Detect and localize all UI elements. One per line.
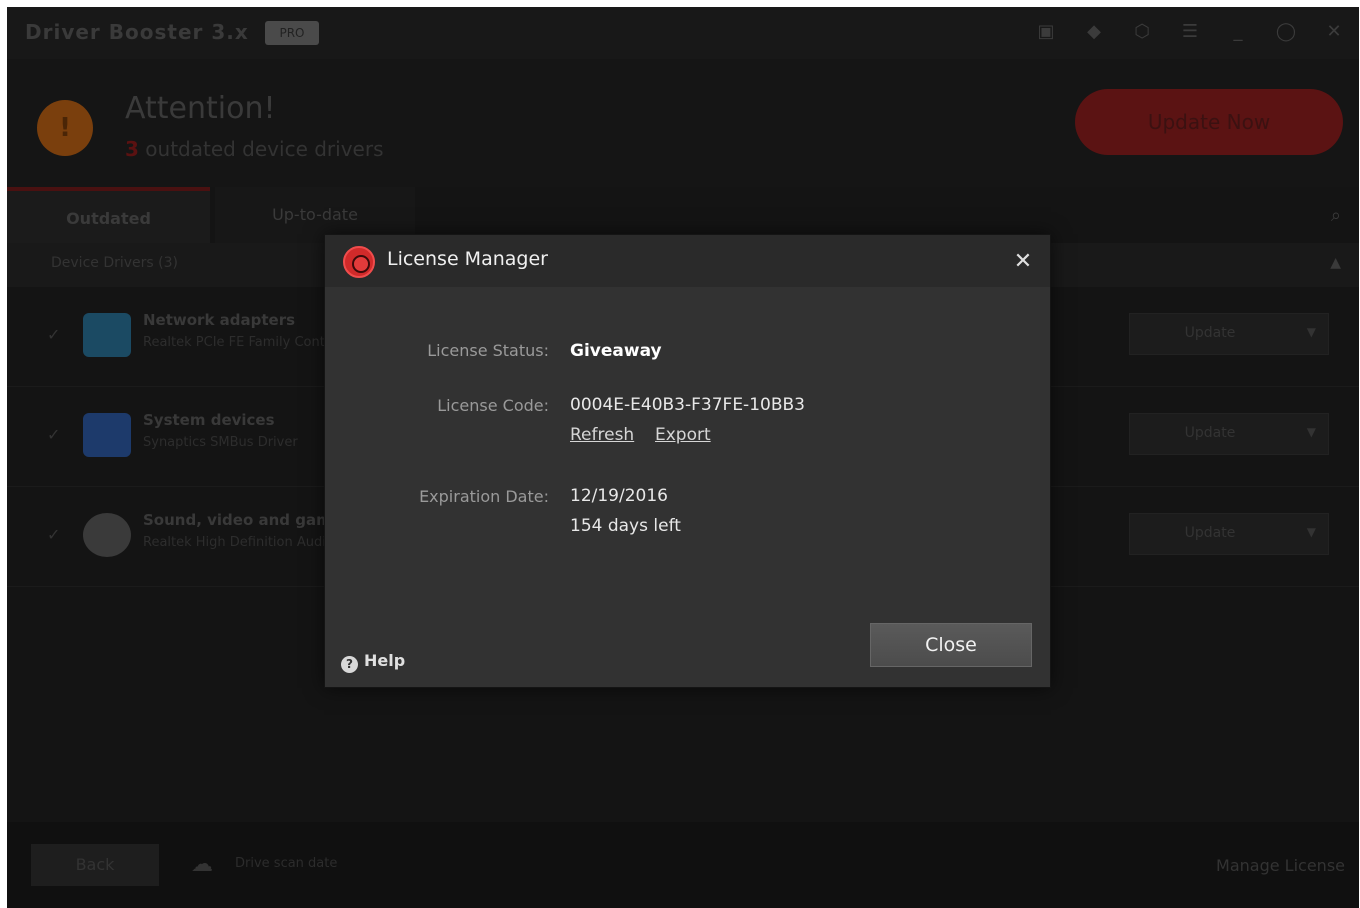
minimize-icon[interactable]: _ [1227,21,1249,43]
feedback-icon[interactable]: ◯ [1275,21,1297,43]
chevron-down-icon[interactable]: ▼ [1307,325,1316,339]
menu-icon[interactable]: ☰ [1179,21,1201,43]
chevron-down-icon[interactable]: ▼ [1307,425,1316,439]
license-code-label: License Code: [437,396,549,415]
scan-result-header: ! Attention! 3 outdated device drivers U… [7,59,1359,192]
warning-icon: ! [37,100,93,156]
network-adapter-icon [83,313,131,357]
days-left-text: 154 days left [570,516,681,536]
pro-badge: PRO [265,21,319,45]
sound-device-icon [83,513,131,557]
driver-name: Network adapters [143,311,296,329]
chevron-up-icon[interactable]: ▲ [1330,255,1341,271]
update-button[interactable]: Update ▼ [1129,513,1329,555]
outdated-text: outdated device drivers [138,137,384,161]
close-button[interactable]: Close [870,623,1032,667]
driver-name: System devices [143,411,275,429]
manage-license-link[interactable]: Manage License [1216,856,1345,875]
driver-description: Realtek High Definition Audio [143,535,334,550]
close-icon[interactable]: ✕ [1323,21,1345,43]
update-button-label: Update [1184,325,1236,341]
update-button[interactable]: Update ▼ [1129,413,1329,455]
expiration-date-value: 12/19/2016 [570,486,668,506]
app-logo-icon [343,246,375,278]
expiration-date-label: Expiration Date: [419,487,549,506]
question-icon: ? [341,656,358,673]
title-bar: Driver Booster 3.x PRO ▣ ◆ ⬡ ☰ _ ◯ ✕ [7,7,1359,59]
close-icon[interactable]: ✕ [1010,249,1036,275]
back-button[interactable]: Back [31,844,159,886]
refresh-link[interactable]: Refresh [570,425,634,445]
shield-icon[interactable]: ⬡ [1131,21,1153,43]
app-title: Driver Booster 3.x [25,20,249,44]
cloud-icon: ☁ [191,852,213,877]
outdated-count: 3 [125,137,139,161]
help-label: Help [364,651,406,670]
checkbox[interactable]: ✓ [47,325,60,344]
license-manager-dialog: License Manager ✕ License Status: Giveaw… [324,234,1051,688]
help-link[interactable]: ? Help [341,651,405,673]
dialog-title: License Manager [387,248,548,270]
update-button-label: Update [1184,525,1236,541]
footer-bar: Back ☁ Drive scan date Manage License [7,822,1359,908]
group-title: Device Drivers (3) [51,255,178,271]
update-button-label: Update [1184,425,1236,441]
checkbox[interactable]: ✓ [47,525,60,544]
license-status-label: License Status: [427,341,549,360]
cloud-status-text: Drive scan date [235,856,338,871]
export-link[interactable]: Export [655,425,711,445]
titlebar-icons: ▣ ◆ ⬡ ☰ _ ◯ ✕ [1035,21,1345,43]
tab-outdated[interactable]: Outdated [7,187,210,243]
driver-description: Synaptics SMBus Driver [143,435,298,450]
outdated-summary: 3 outdated device drivers [125,137,384,161]
checkbox[interactable]: ✓ [47,425,60,444]
gift-icon[interactable]: ▣ [1035,21,1057,43]
license-status-value: Giveaway [570,341,662,361]
dialog-header: License Manager ✕ [325,235,1050,287]
search-icon[interactable]: ⌕ [1331,205,1341,226]
shirt-icon[interactable]: ◆ [1083,21,1105,43]
system-device-icon [83,413,131,457]
license-code-value: 0004E-E40B3-F37FE-10BB3 [570,395,805,415]
attention-title: Attention! [125,91,276,126]
chevron-down-icon[interactable]: ▼ [1307,525,1316,539]
update-now-button[interactable]: Update Now [1075,89,1343,155]
update-button[interactable]: Update ▼ [1129,313,1329,355]
